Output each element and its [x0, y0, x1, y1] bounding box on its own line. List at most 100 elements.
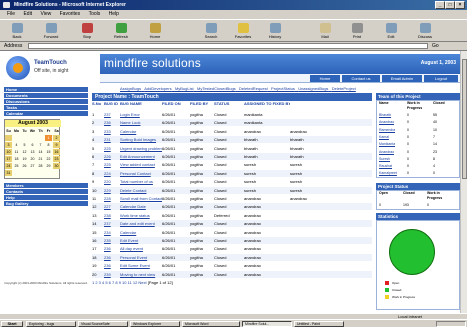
table-row[interactable]: 4 231 Sorting Bold Images 6/26/01 yogitha Clo…: [92, 136, 372, 144]
forward-button[interactable]: Forward: [36, 22, 66, 41]
bug-link[interactable]: 226: [104, 153, 120, 160]
discuss-button[interactable]: Discuss: [410, 22, 440, 41]
minimize-button[interactable]: _: [435, 1, 445, 9]
member-link[interactable]: Kamalpreet: [379, 170, 397, 177]
bug-link[interactable]: 228: [104, 195, 120, 202]
calendar-day[interactable]: 13: [29, 149, 36, 155]
column-header[interactable]: ASSIGNED TO FIXED BY: [244, 101, 290, 106]
bug-link[interactable]: Edit Announcement: [120, 153, 162, 160]
go-button[interactable]: Go: [432, 43, 439, 49]
table-row[interactable]: 16 235 Edit Event 6/26/01 yogitha Closed anand…: [92, 237, 372, 244]
link-assign-bugs[interactable]: AssignBugs: [120, 86, 141, 91]
calendar-day[interactable]: 29: [45, 163, 52, 169]
bug-link[interactable]: Moving to next view: [120, 271, 162, 278]
edit-button[interactable]: Edit: [376, 22, 406, 41]
calendar-day[interactable]: 31: [5, 170, 12, 176]
refresh-button[interactable]: Refresh: [106, 22, 136, 41]
calendar-day[interactable]: 27: [29, 163, 36, 169]
calendar-day[interactable]: 19: [21, 156, 28, 162]
calendar-day[interactable]: 16: [53, 149, 60, 155]
bug-link[interactable]: 236: [104, 262, 120, 269]
bug-link[interactable]: Personal Event: [120, 254, 162, 261]
bug-link[interactable]: 224: [104, 170, 120, 177]
bug-link[interactable]: Sorting Bold Images: [120, 136, 162, 143]
calendar-day[interactable]: 18: [13, 156, 20, 162]
column-header[interactable]: BUG NAME: [120, 101, 162, 106]
table-row[interactable]: 13 238 Work time status 6/26/01 yogitha Defer…: [92, 212, 372, 219]
search-button[interactable]: Search: [196, 22, 226, 41]
bug-link[interactable]: Urgent drawing problem: [120, 145, 162, 152]
menu-view[interactable]: View: [40, 11, 51, 17]
link-my-bug-list[interactable]: MyBugList: [175, 86, 194, 91]
member-link[interactable]: Ramendra: [379, 127, 395, 134]
scrollbar-thumb[interactable]: [462, 59, 467, 179]
calendar-day[interactable]: 23: [53, 156, 60, 162]
nav-logout[interactable]: Logout: [424, 75, 458, 82]
bug-link[interactable]: Total number of us: [120, 178, 162, 185]
calendar-day[interactable]: 11: [13, 149, 20, 155]
calendar-day[interactable]: 5: [21, 142, 28, 148]
taskbar-button[interactable]: Exploring - bugs: [26, 321, 76, 327]
bug-link[interactable]: All day event: [120, 245, 162, 252]
calendar-day[interactable]: 28: [37, 163, 44, 169]
calendar-day[interactable]: 14: [37, 149, 44, 155]
table-row[interactable]: 1 237 Login Error 6/26/01 yogitha Closed manik…: [92, 111, 372, 118]
table-row[interactable]: 9 220 Total number of us 6/26/01 yogitha Clos…: [92, 178, 372, 185]
table-row[interactable]: 7 225 View added contact 6/26/01 yogitha Clos…: [92, 161, 372, 168]
table-row[interactable]: 14 237 Date and edit event 6/26/01 yogitha Cl…: [92, 220, 372, 228]
calendar-day[interactable]: 4: [13, 142, 20, 148]
taskbar-button[interactable]: Visual SourceSafe: [78, 321, 128, 327]
pager-next-link[interactable]: Next: [138, 280, 146, 285]
table-row[interactable]: 10 229 Delete Contact 6/26/01 yogitha Closed s…: [92, 186, 372, 194]
calendar-day[interactable]: 2: [53, 135, 60, 141]
bug-link[interactable]: 225: [104, 161, 120, 168]
member-link[interactable]: Kamal: [379, 134, 389, 141]
bug-link[interactable]: 238: [104, 212, 120, 219]
bug-link[interactable]: Calendar: [120, 128, 162, 135]
pager-page-numbers[interactable]: 1 2 3 4 5 6 7 8 9 10 11 12: [92, 280, 137, 285]
link-add-developers[interactable]: AddDevelopers: [144, 86, 171, 91]
favorites-button[interactable]: Favorites: [228, 22, 258, 41]
bug-link[interactable]: 234: [104, 229, 120, 236]
address-input[interactable]: [28, 43, 428, 49]
table-row[interactable]: 5 225 Urgent drawing problem 6/26/01 yogitha…: [92, 145, 372, 152]
bug-link[interactable]: 235: [104, 237, 120, 244]
calendar-day[interactable]: 20: [29, 156, 36, 162]
table-row[interactable]: 18 236 Personal Event 6/26/01 yogitha Closed a…: [92, 253, 372, 261]
bug-link[interactable]: 225: [104, 145, 120, 152]
bug-link[interactable]: Edit Some Event: [120, 262, 162, 269]
calendar-day[interactable]: 12: [21, 149, 28, 155]
vertical-scrollbar[interactable]: [460, 51, 467, 313]
calendar-day[interactable]: 26: [21, 163, 28, 169]
back-button[interactable]: Back: [2, 22, 32, 41]
taskbar-button[interactable]: Mindfire Solut...: [242, 321, 292, 327]
mail-button[interactable]: Mail: [310, 22, 340, 41]
print-button[interactable]: Print: [342, 22, 372, 41]
column-header[interactable]: BUG ID: [104, 101, 120, 106]
taskbar-button[interactable]: Windows Explorer: [130, 321, 180, 327]
bug-link[interactable]: 231: [104, 136, 120, 143]
calendar-day[interactable]: 1: [45, 135, 52, 141]
bug-link[interactable]: 236: [104, 245, 120, 252]
table-row[interactable]: 8 224 Personal Contact 6/26/01 yogitha Closed…: [92, 169, 372, 177]
bug-link[interactable]: 220: [104, 178, 120, 185]
menu-tools[interactable]: Tools: [89, 11, 101, 17]
table-row[interactable]: 2 236 Name Look 6/26/01 yogitha Closed manikan…: [92, 119, 372, 127]
column-header[interactable]: S.No: [92, 101, 104, 106]
member-link[interactable]: Anandrao: [379, 119, 394, 126]
calendar-day[interactable]: 25: [13, 163, 20, 169]
link-delete-project[interactable]: DeleteProject: [332, 86, 356, 91]
column-header[interactable]: FILED BY: [190, 101, 214, 106]
table-row[interactable]: 6 226 Edit Announcement 6/26/01 yogitha Close…: [92, 153, 372, 160]
calendar-day[interactable]: 24: [5, 163, 12, 169]
table-row[interactable]: 19 236 Edit Some Event 6/26/01 yogitha Closed…: [92, 262, 372, 269]
calendar-day[interactable]: 22: [45, 156, 52, 162]
sidebar-item-calendar[interactable]: Calendar: [4, 111, 88, 117]
start-button[interactable]: Start: [1, 321, 23, 327]
member-link[interactable]: Bharath: [379, 112, 391, 119]
table-row[interactable]: 20 239 Moving to next view 6/26/01 yogitha Cl…: [92, 270, 372, 278]
bug-link[interactable]: Date and edit event: [120, 220, 162, 227]
calendar-day[interactable]: 9: [53, 142, 60, 148]
bug-link[interactable]: Login Error: [120, 111, 162, 118]
link-my-tested-closed-bugs[interactable]: MyTestedClosedBugs: [197, 86, 236, 91]
